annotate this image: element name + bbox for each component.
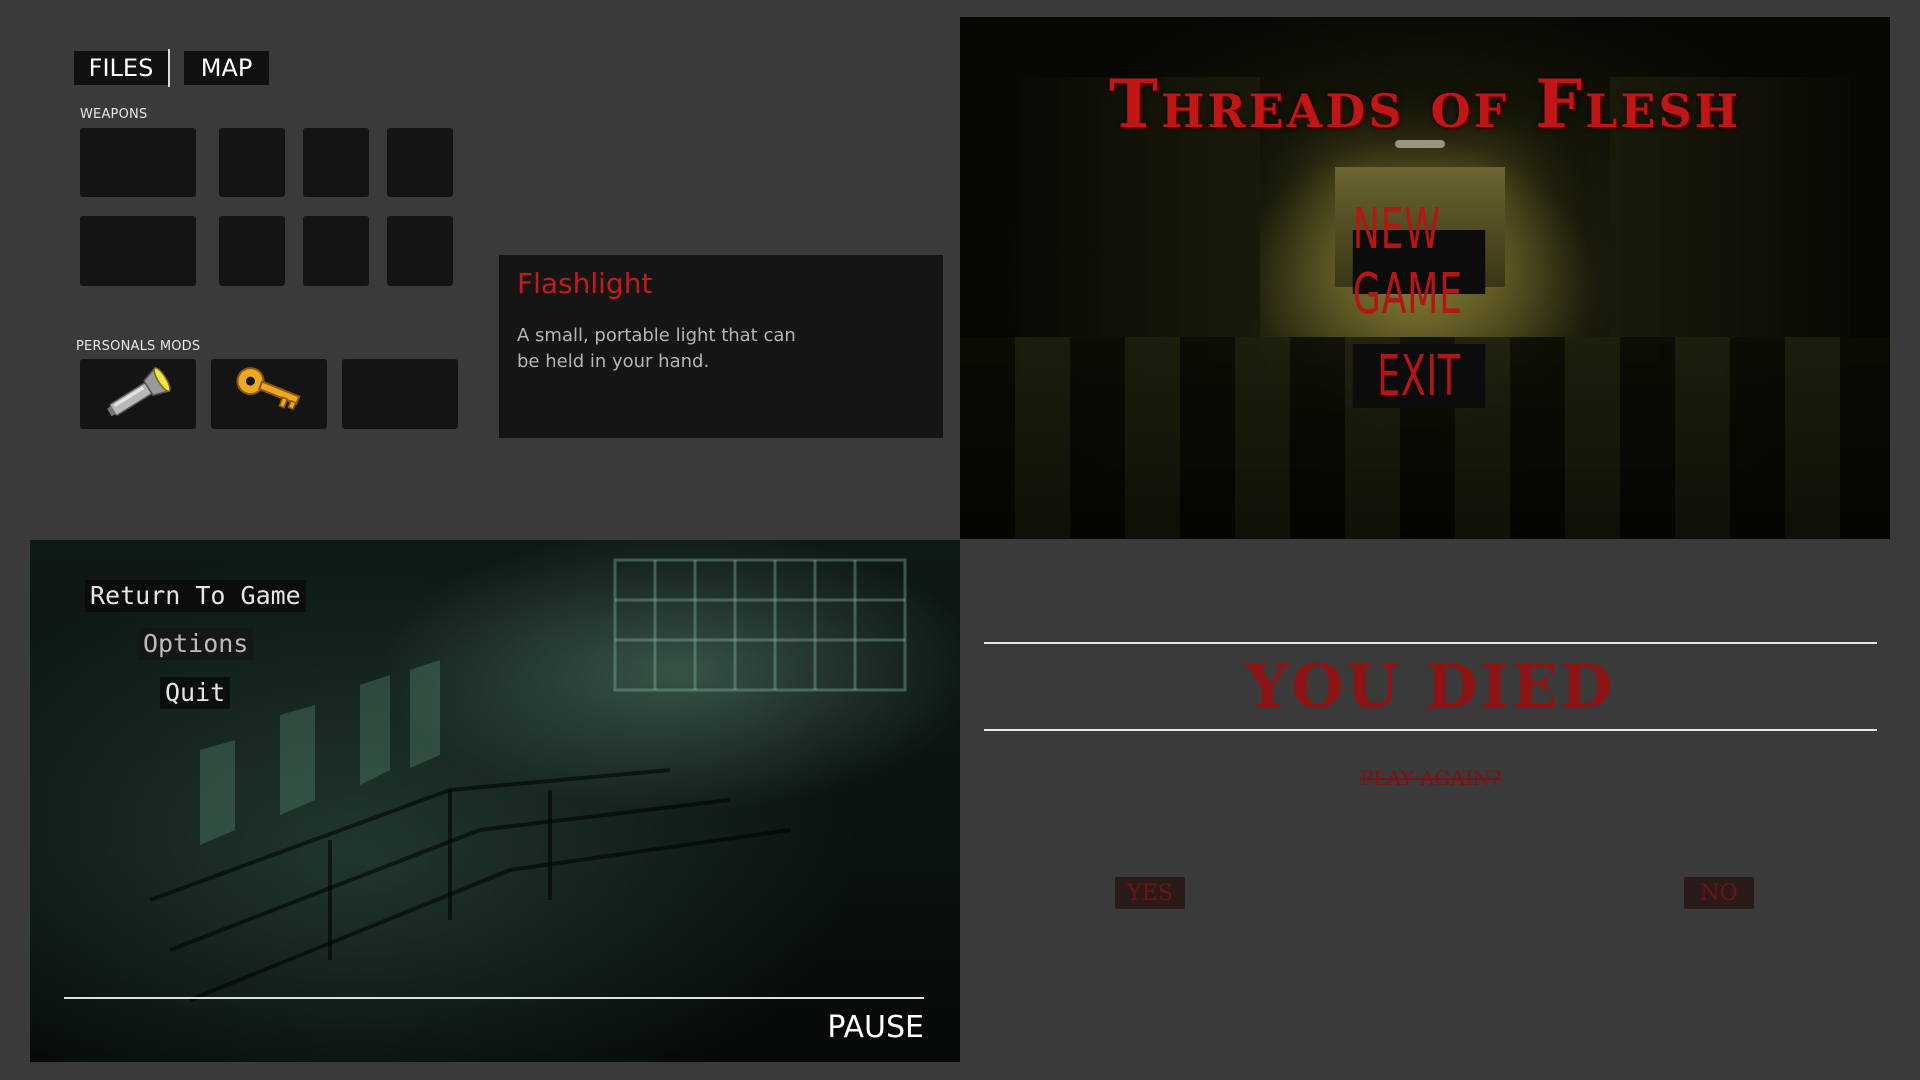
mod-slot-empty[interactable] [342,359,458,429]
weapon-slot[interactable] [303,216,369,286]
play-again-text: PLAY AGAIN? [1360,766,1501,790]
mod-slot-key[interactable] [211,359,327,429]
return-to-game-button[interactable]: Return To Game [85,580,306,612]
tab-map[interactable]: MAP [184,51,269,85]
weapon-slot[interactable] [80,128,196,197]
weapon-slot[interactable] [219,128,285,197]
death-divider-top [984,642,1877,644]
item-description-panel: Flashlight A small, portable light that … [499,255,943,438]
key-icon [236,367,301,411]
tab-divider [168,49,170,87]
weapon-slot[interactable] [303,128,369,197]
mod-slot-flashlight[interactable] [80,359,196,429]
death-divider-bottom [984,729,1877,731]
tab-files[interactable]: FILES [74,51,168,85]
weapons-label: WEAPONS [80,107,148,122]
yes-button[interactable]: YES [1115,877,1185,909]
title-screen: Threads of Flesh NEW GAME EXIT [960,17,1890,539]
exit-button[interactable]: EXIT [1352,344,1486,409]
pause-label: PAUSE [827,1010,924,1045]
weapon-slot[interactable] [387,216,453,286]
item-title: Flashlight [517,267,653,300]
weapon-slot[interactable] [219,216,285,286]
no-button[interactable]: NO [1684,877,1754,909]
pause-divider [64,997,924,999]
pause-screen: Return To Game Options Quit PAUSE [30,540,960,1062]
asylum-background [149,558,907,1002]
game-title: Threads of Flesh [1108,65,1742,143]
flashlight-icon [107,366,171,417]
item-description: A small, portable light that can be held… [517,325,796,372]
weapon-slot[interactable] [387,128,453,197]
options-button[interactable]: Options [138,628,254,660]
quit-button[interactable]: Quit [160,677,231,709]
new-game-button[interactable]: NEW GAME [1352,197,1486,327]
play-again-prompt: PLAY AGAIN? [984,766,1877,790]
you-died-title: YOU DIED [1245,652,1616,722]
weapon-slot[interactable] [80,216,196,286]
personal-mods-label: PERSONALS MODS [76,339,201,354]
